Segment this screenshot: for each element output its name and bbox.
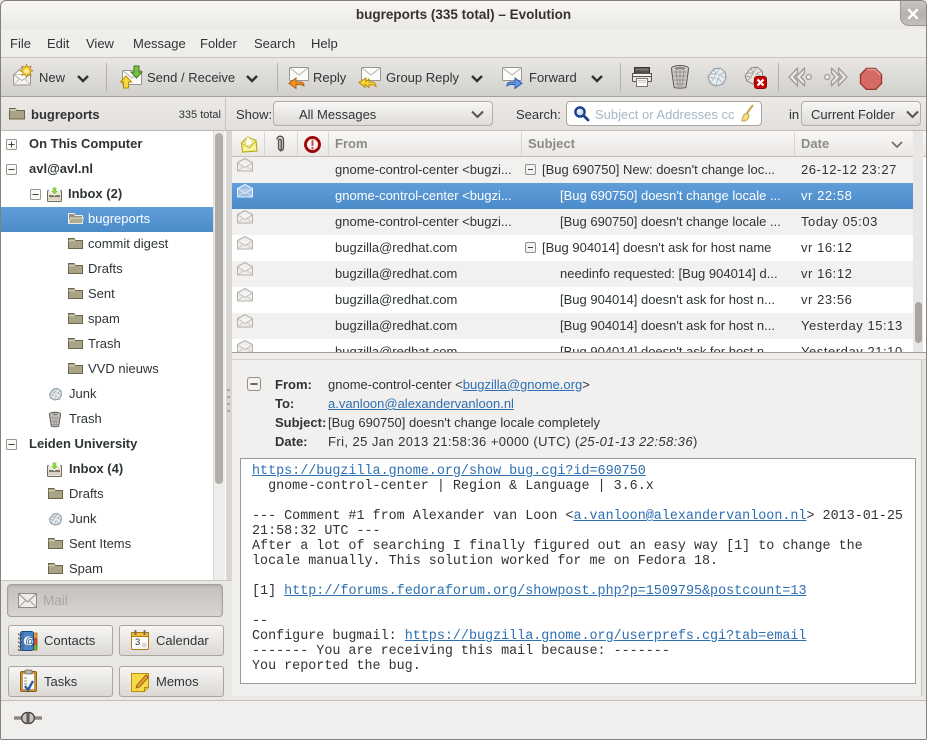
svg-text:@: @ [25, 637, 35, 648]
svg-text:3: 3 [135, 637, 140, 648]
